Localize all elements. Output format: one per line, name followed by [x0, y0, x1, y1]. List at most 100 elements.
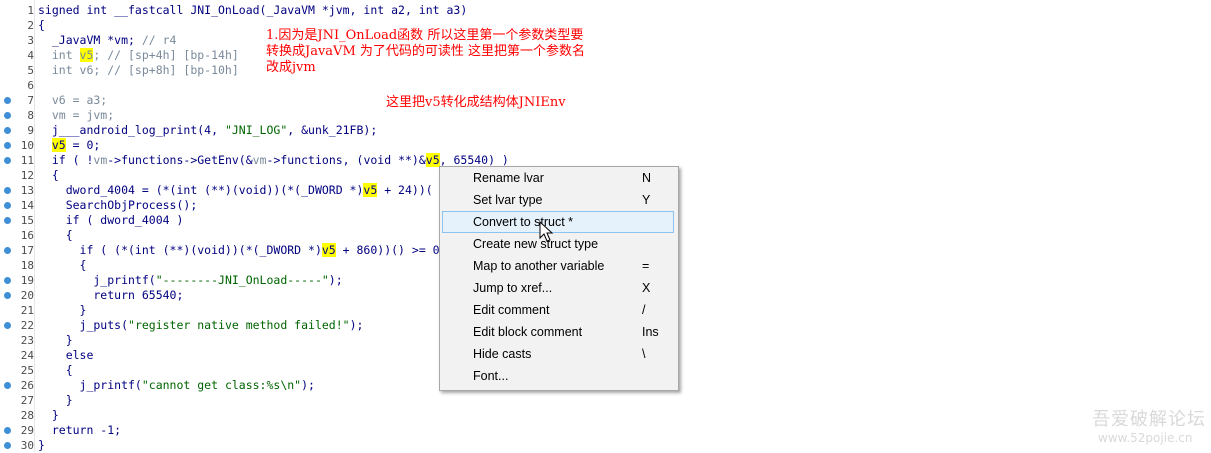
menu-item-label: Create new struct type [473, 237, 599, 251]
menu-item-shortcut: / [642, 303, 646, 317]
code-line[interactable]: 5 int v6; // [sp+8h] [bp-10h] [0, 63, 1211, 78]
code-line[interactable]: 9 j___android_log_print(4, "JNI_LOG", &u… [0, 123, 1211, 138]
breakpoint-dot-icon[interactable] [4, 112, 11, 119]
breakpoint-dot-icon[interactable] [4, 322, 11, 329]
highlighted-variable: v5 [51, 138, 66, 152]
context-menu: Rename lvar N Set lvar type Y Convert to… [439, 166, 679, 391]
code-text: } [38, 303, 87, 318]
menu-item-label: Map to another variable [473, 259, 605, 273]
code-line[interactable]: 7 v6 = a3; [0, 93, 1211, 108]
code-token: return 65540; [38, 288, 184, 302]
code-token: else [38, 348, 94, 362]
code-token: { [38, 228, 73, 242]
line-number: 26 [20, 379, 34, 392]
menu-item-create-new-struct-type[interactable]: Create new struct type [442, 233, 674, 255]
breakpoint-dot-icon[interactable] [4, 142, 11, 149]
code-line[interactable]: 6 [0, 78, 1211, 93]
code-token: signed int __fastcall JNI_OnLoad(_JavaVM… [38, 3, 468, 17]
breakpoint-dot-icon[interactable] [4, 277, 11, 284]
menu-item-hide-casts[interactable]: Hide casts \ [442, 343, 674, 365]
code-text: _JavaVM *vm; // r4 [38, 33, 177, 48]
breakpoint-dot-icon[interactable] [4, 247, 11, 254]
menu-item-set-lvar-type[interactable]: Set lvar type Y [442, 189, 674, 211]
line-number: 9 [27, 124, 34, 137]
code-token: + 860))() >= 0 [335, 243, 440, 257]
breakpoint-dot-icon[interactable] [4, 217, 11, 224]
code-text: dword_4004 = (*(int (**)(void))(*(_DWORD… [38, 183, 433, 198]
code-token: , &unk_21FB); [287, 123, 378, 137]
menu-item-label: Font... [473, 369, 509, 383]
code-line[interactable]: 3 _JavaVM *vm; // r4 [0, 33, 1211, 48]
code-token: + 24))( [377, 183, 433, 197]
annotation-note-jvm: 1.因为是JNI_OnLoad函数 所以这里第一个参数类型要 转换成JavaVM… [266, 28, 586, 75]
code-token: vm = jvm; [38, 108, 115, 122]
code-line[interactable]: 4 int v5; // [sp+4h] [bp-14h] [0, 48, 1211, 63]
code-token: SearchObjProcess(); [38, 198, 198, 212]
line-number: 30 [20, 439, 34, 452]
code-text: { [38, 363, 73, 378]
code-line[interactable]: 30} [0, 438, 1211, 453]
code-token: ); [328, 273, 343, 287]
code-token: ->functions, (void **)& [266, 153, 426, 167]
menu-item-edit-comment[interactable]: Edit comment / [442, 299, 674, 321]
breakpoint-dot-icon[interactable] [4, 442, 11, 449]
code-text: v5 = 0; [38, 138, 100, 153]
code-text: } [38, 393, 73, 408]
code-line[interactable]: 28 } [0, 408, 1211, 423]
breakpoint-dot-icon[interactable] [4, 292, 11, 299]
code-text: { [38, 228, 73, 243]
code-line[interactable]: 8 vm = jvm; [0, 108, 1211, 123]
code-line[interactable]: 27 } [0, 393, 1211, 408]
code-token: if ( dword_4004 ) [38, 213, 184, 227]
code-text: int v5; // [sp+4h] [bp-14h] [38, 48, 239, 63]
line-number: 5 [27, 64, 34, 77]
line-number: 6 [27, 79, 34, 92]
code-line[interactable]: 2{ [0, 18, 1211, 33]
breakpoint-dot-icon[interactable] [4, 97, 11, 104]
code-line[interactable]: 29 return -1; [0, 423, 1211, 438]
menu-item-font[interactable]: Font... [442, 365, 674, 387]
code-line[interactable]: 10 v5 = 0; [0, 138, 1211, 153]
breakpoint-dot-icon[interactable] [4, 187, 11, 194]
code-text: if ( (*(int (**)(void))(*(_DWORD *)v5 + … [38, 243, 440, 258]
breakpoint-dot-icon[interactable] [4, 427, 11, 434]
line-number: 22 [20, 319, 34, 332]
line-number: 14 [20, 199, 34, 212]
highlighted-variable: v5 [321, 243, 336, 257]
code-token: { [38, 363, 73, 377]
menu-item-rename-lvar[interactable]: Rename lvar N [442, 167, 674, 189]
menu-item-shortcut: X [642, 281, 651, 295]
watermark-url: www.52pojie.cn [1098, 431, 1193, 445]
line-number: 28 [20, 409, 34, 422]
line-number: 1 [27, 4, 34, 17]
menu-item-edit-block-comment[interactable]: Edit block comment Ins [442, 321, 674, 343]
breakpoint-dot-icon[interactable] [4, 382, 11, 389]
code-token: } [38, 408, 59, 422]
code-text: int v6; // [sp+8h] [bp-10h] [38, 63, 239, 78]
breakpoint-dot-icon[interactable] [4, 127, 11, 134]
code-text: j___android_log_print(4, "JNI_LOG", &unk… [38, 123, 377, 138]
line-number: 10 [20, 139, 34, 152]
code-text: SearchObjProcess(); [38, 198, 198, 213]
code-text: { [38, 18, 45, 33]
menu-item-jump-to-xref[interactable]: Jump to xref... X [442, 277, 674, 299]
code-token: if ( ! [38, 153, 94, 167]
menu-item-map-to-another-variable[interactable]: Map to another variable = [442, 255, 674, 277]
code-token: vm [252, 153, 267, 167]
code-token: int [38, 48, 80, 62]
breakpoint-dot-icon[interactable] [4, 202, 11, 209]
mouse-cursor-icon [539, 221, 554, 242]
code-text: j_printf("cannot get class:%s\n"); [38, 378, 315, 393]
menu-item-shortcut: = [642, 259, 650, 273]
highlighted-variable: v5 [425, 153, 440, 167]
line-number: 18 [20, 259, 34, 272]
breakpoint-dot-icon[interactable] [4, 157, 11, 164]
annotation-note-v5: 这里把v5转化成结构体JNIEnv [386, 95, 566, 110]
code-text: j_printf("--------JNI_OnLoad-----"); [38, 273, 343, 288]
code-token: vm [93, 153, 108, 167]
highlighted-variable: v5 [79, 48, 94, 62]
line-number: 16 [20, 229, 34, 242]
menu-item-convert-to-struct[interactable]: Convert to struct * [442, 211, 674, 233]
line-number: 8 [27, 109, 34, 122]
code-line[interactable]: 1 signed int __fastcall JNI_OnLoad(_JavaV… [0, 3, 1211, 18]
